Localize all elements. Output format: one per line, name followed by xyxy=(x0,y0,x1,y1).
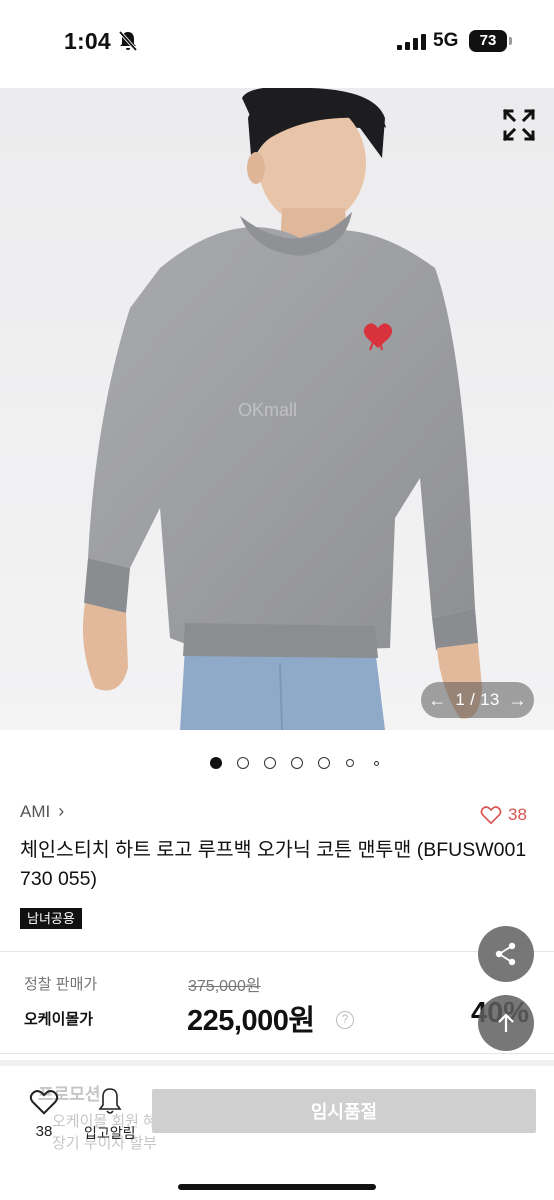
gender-badge: 남녀공용 xyxy=(20,908,82,929)
restock-alert-button[interactable]: 입고알림 xyxy=(84,1086,136,1143)
expand-icon[interactable] xyxy=(502,108,536,142)
arrow-left-icon[interactable]: ← xyxy=(428,691,446,709)
pagination-dot[interactable] xyxy=(374,761,379,766)
arrow-right-icon[interactable]: → xyxy=(509,691,527,709)
scroll-top-button[interactable] xyxy=(478,995,534,1051)
bottom-like-button[interactable]: 38 xyxy=(24,1088,64,1140)
product-photo: OKmall xyxy=(0,88,554,730)
bottom-action-bar: 38 입고알림 임시품절 xyxy=(0,1072,554,1200)
restock-alert-label: 입고알림 xyxy=(84,1125,136,1141)
home-indicator xyxy=(178,1184,376,1190)
seller-price-label: 오케이몰가 xyxy=(24,1011,94,1028)
arrow-up-icon xyxy=(498,1013,514,1032)
product-image-gallery[interactable]: OKmall ← 1 / 13 → xyxy=(0,88,554,730)
like-button[interactable]: 38 xyxy=(480,805,527,825)
watermark: OKmall xyxy=(238,400,297,420)
image-counter: ← 1 / 13 → xyxy=(421,682,534,718)
pagination-dot[interactable] xyxy=(318,757,330,769)
list-price-label: 정찰 판매가 xyxy=(24,976,98,993)
bell-icon xyxy=(98,1088,122,1114)
pagination-dot[interactable] xyxy=(346,759,354,767)
signal-icon xyxy=(397,34,426,50)
network-type: 5G xyxy=(433,30,459,51)
heart-icon xyxy=(480,806,502,825)
divider xyxy=(0,951,554,952)
heart-icon xyxy=(29,1090,59,1115)
brand-name: AMI xyxy=(20,801,51,821)
soldout-button[interactable]: 임시품절 xyxy=(152,1089,536,1133)
image-counter-text: 1 / 13 xyxy=(455,690,500,709)
share-icon xyxy=(495,942,516,966)
divider xyxy=(0,1060,554,1066)
gallery-pagination xyxy=(0,756,554,770)
chevron-right-icon: › xyxy=(58,801,65,821)
pagination-dot[interactable] xyxy=(264,757,276,769)
battery-indicator: 73 xyxy=(469,30,512,52)
pagination-dot-active[interactable] xyxy=(210,757,222,769)
like-count: 38 xyxy=(508,805,527,824)
list-price: 375,000원 xyxy=(188,978,261,995)
bottom-like-count: 38 xyxy=(35,1123,53,1140)
status-time: 1:04 xyxy=(64,28,111,54)
pagination-dot[interactable] xyxy=(237,757,249,769)
divider xyxy=(0,1053,554,1054)
pagination-dot[interactable] xyxy=(291,757,303,769)
bell-slash-icon xyxy=(118,30,138,52)
sale-price: 225,000원 xyxy=(187,1005,315,1037)
product-title: 체인스티치 하트 로고 루프백 오가닉 코튼 맨투맨 (BFUSW001 730… xyxy=(20,839,527,890)
brand-link[interactable]: AMI › xyxy=(20,801,64,822)
share-button[interactable] xyxy=(478,926,534,982)
info-icon[interactable]: ? xyxy=(336,1011,354,1029)
status-bar: 1:04 5G 73 xyxy=(0,0,554,88)
